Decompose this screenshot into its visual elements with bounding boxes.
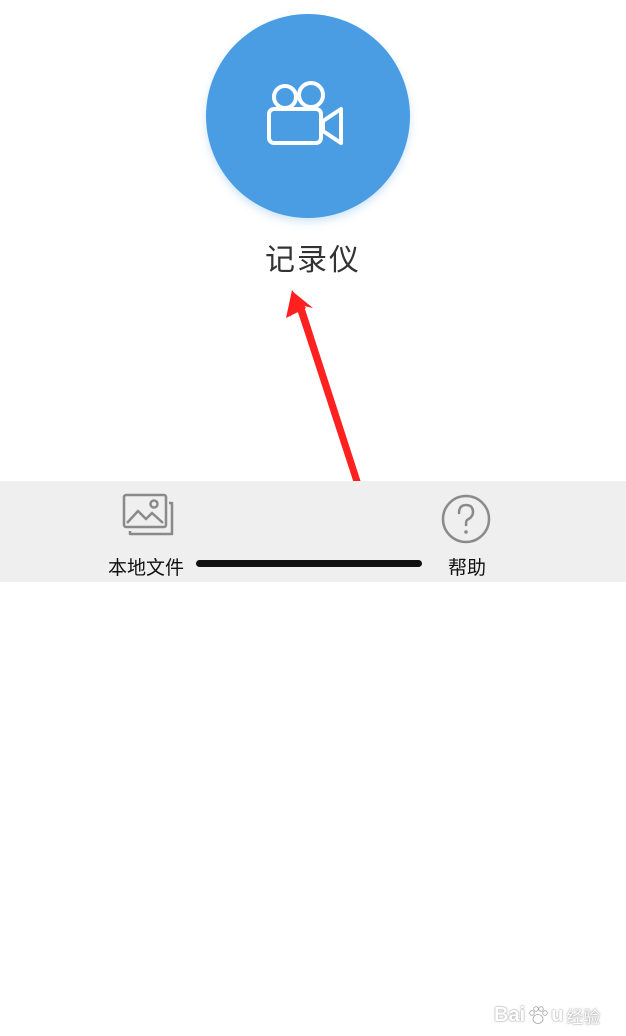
home-indicator[interactable]	[196, 560, 422, 567]
tab-local-files-label: 本地文件	[108, 557, 185, 579]
watermark-brand-left: Bai	[494, 1003, 526, 1026]
recorder-button[interactable]	[206, 14, 410, 218]
recorder-label: 记录仪	[265, 243, 361, 278]
watermark-brand-right: u	[551, 1003, 564, 1026]
main-area: 记录仪	[0, 0, 626, 481]
help-question-icon	[441, 494, 491, 544]
baidu-jingyan-watermark: Bai u 经验	[494, 994, 622, 1036]
paw-icon	[529, 1006, 548, 1024]
image-gallery-icon	[122, 493, 174, 536]
watermark-suffix: 经验	[566, 1007, 601, 1028]
video-camera-icon	[267, 81, 343, 145]
tab-help[interactable]: 帮助	[420, 481, 516, 582]
tab-local-files[interactable]: 本地文件	[98, 481, 202, 582]
tab-help-label: 帮助	[448, 557, 487, 579]
